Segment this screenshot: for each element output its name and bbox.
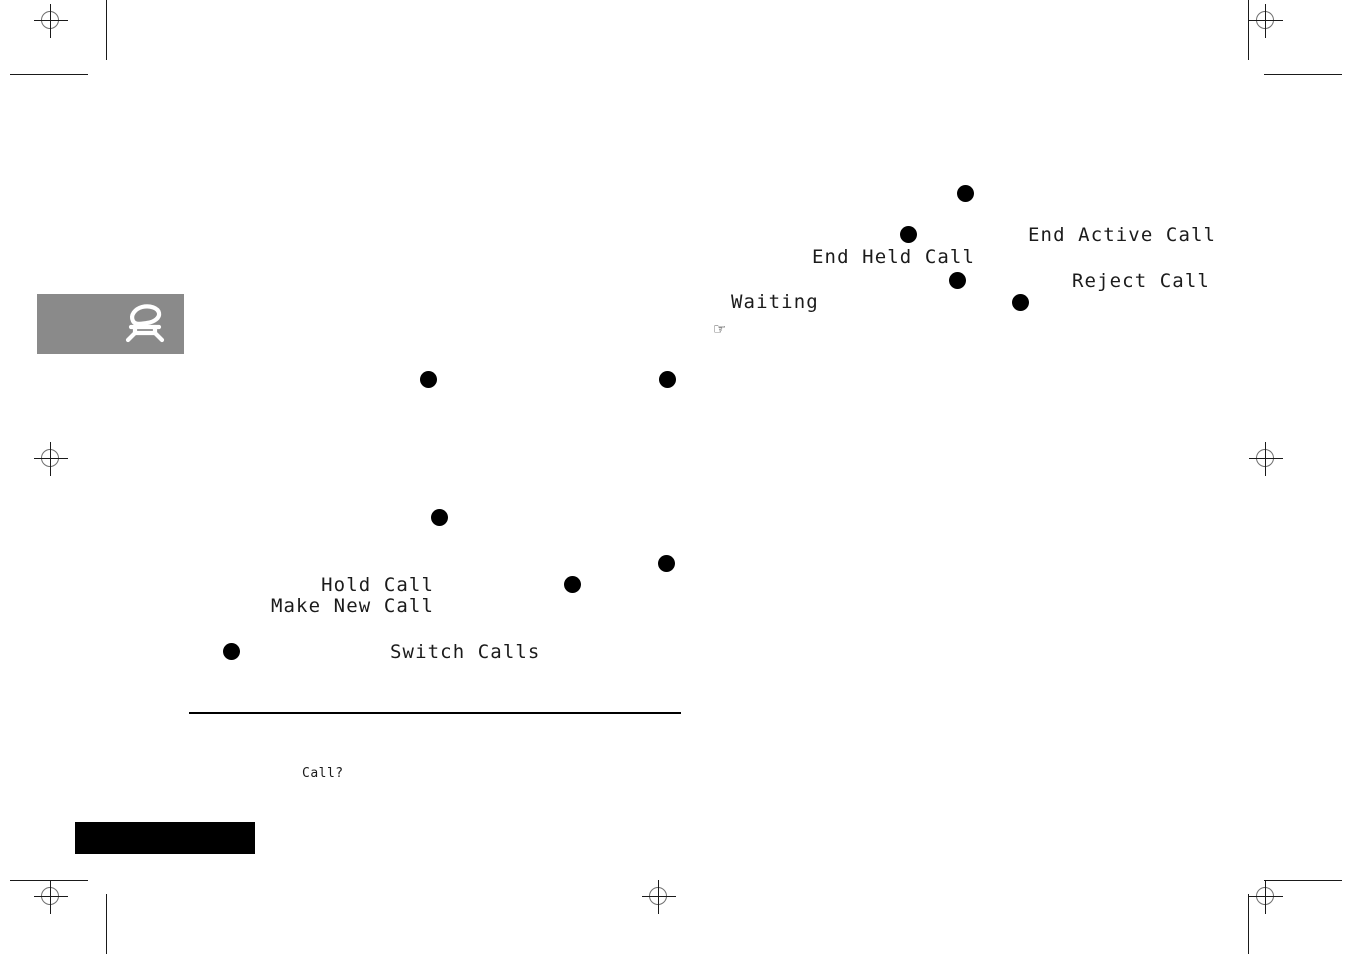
menu-label[interactable]: Waiting [731,291,819,313]
bullet-point [223,643,240,660]
trim-line-top-left-v [106,0,107,60]
menu-label[interactable]: End Held Call [812,246,975,268]
pointing-hand-icon: ☞ [713,320,727,338]
menu-label[interactable]: Make New Call [271,595,434,617]
menu-label[interactable]: Hold Call [321,574,434,596]
page-canvas: End Active Call End Held Call Reject Call W… [0,0,1351,954]
trim-line-bottom-left-h [10,880,88,881]
reg-mark-top-left [34,4,68,38]
trim-line-top-right-h [1264,74,1342,75]
horizontal-rule [189,712,681,714]
menu-label[interactable]: Switch Calls [390,641,540,663]
reg-mark-middle-left [34,442,68,476]
trim-line-bottom-left-v [106,894,107,954]
bullet-point [420,371,437,388]
redaction-bar [75,822,255,854]
bullet-point [431,509,448,526]
reg-mark-bottom-right [1249,880,1283,914]
reg-mark-bottom-left [34,880,68,914]
trim-line-bottom-right-v [1248,894,1249,954]
bullet-point [900,226,917,243]
reg-mark-bottom-center [642,880,676,914]
telephone-handset-icon [122,302,168,346]
section-header-box [37,294,184,354]
bullet-point [564,576,581,593]
bullet-point [1012,294,1029,311]
menu-label[interactable]: End Active Call [1028,224,1216,246]
bullet-point [659,371,676,388]
trim-line-top-left-h [10,74,88,75]
bullet-point [957,185,974,202]
reg-mark-middle-right [1249,442,1283,476]
menu-label[interactable]: Call? [302,766,344,782]
trim-line-top-right-v [1248,0,1249,60]
menu-label[interactable]: Reject Call [1072,270,1210,292]
trim-line-bottom-right-h [1264,880,1342,881]
bullet-point [658,555,675,572]
bullet-point [949,272,966,289]
reg-mark-top-right [1249,4,1283,38]
